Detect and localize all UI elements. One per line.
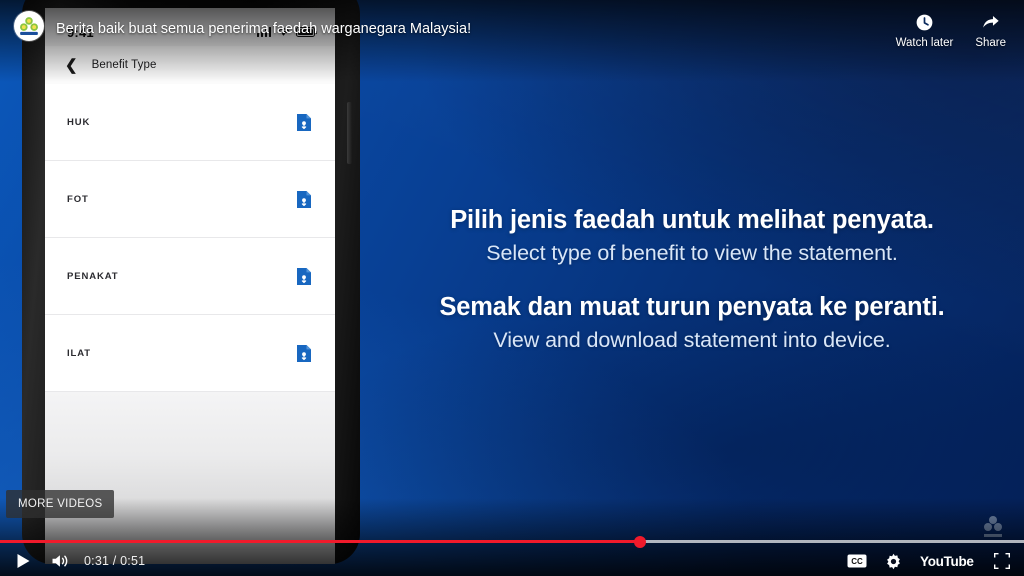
benefit-type-list: HUK FOT PENAKAT ILAT [45, 84, 335, 392]
document-download-icon[interactable] [297, 267, 311, 285]
document-download-icon[interactable] [297, 344, 311, 362]
benefit-row-fot[interactable]: FOT [45, 161, 335, 238]
share-label: Share [975, 37, 1006, 49]
player-controls: 0:31 / 0:51 CC YouTube [0, 546, 1024, 576]
volume-icon[interactable] [51, 553, 70, 569]
phone-screen: 9:41 ❮ Benefit Type HUK FOT PENAKAT ILAT [45, 8, 335, 564]
svg-text:YouTube: YouTube [920, 554, 974, 569]
clock-icon [916, 14, 933, 31]
phone-list-empty-area [45, 392, 335, 550]
more-videos-button[interactable]: MORE VIDEOS [6, 490, 115, 518]
youtube-player[interactable]: 9:41 ❮ Benefit Type HUK FOT PENAKAT ILAT… [0, 0, 1024, 576]
closed-captions-icon[interactable]: CC [847, 554, 867, 568]
top-actions: Watch later Share [896, 13, 1006, 49]
progress-played [0, 540, 640, 543]
benefit-label: HUK [67, 116, 91, 128]
fullscreen-icon[interactable] [994, 553, 1010, 569]
document-download-icon[interactable] [297, 113, 311, 131]
share-arrow-icon [983, 15, 999, 28]
overlay-headline-ms: Semak dan muat turun penyata ke peranti. [439, 293, 945, 322]
chevron-left-icon[interactable]: ❮ [65, 58, 78, 73]
overlay-copy-group-1: Pilih jenis faedah untuk melihat penyata… [360, 205, 1024, 268]
watch-later-button[interactable]: Watch later [895, 13, 954, 49]
benefit-label: ILAT [67, 347, 92, 359]
overlay-copy-group-2: Semak dan muat turun penyata ke peranti.… [360, 292, 1024, 355]
perkeso-logo-icon[interactable] [14, 11, 44, 41]
watch-later-label: Watch later [895, 37, 954, 49]
play-icon[interactable] [16, 553, 31, 569]
benefit-row-huk[interactable]: HUK [45, 84, 335, 161]
phone-mockup: 9:41 ❮ Benefit Type HUK FOT PENAKAT ILAT [22, 0, 360, 564]
phone-nav-title: Benefit Type [91, 59, 157, 71]
time-display: 0:31 / 0:51 [84, 554, 146, 568]
overlay-subline-en: Select type of benefit to view the state… [486, 241, 898, 266]
player-top-bar: Berita baik buat semua penerima faedah w… [0, 0, 1024, 56]
overlay-headline-ms: Pilih jenis faedah untuk melihat penyata… [450, 206, 934, 234]
overlay-copy: Pilih jenis faedah untuk melihat penyata… [360, 205, 1024, 355]
benefit-label: FOT [67, 193, 89, 205]
benefit-row-penakat[interactable]: PENAKAT [45, 238, 335, 315]
benefit-row-ilat[interactable]: ILAT [45, 315, 335, 392]
overlay-subline-en: View and download statement into device. [493, 328, 891, 353]
youtube-wordmark[interactable]: YouTube [920, 554, 978, 569]
svg-text:CC: CC [851, 557, 863, 566]
share-button[interactable]: Share [975, 13, 1006, 49]
phone-side-button [347, 102, 352, 164]
document-download-icon[interactable] [297, 190, 311, 208]
video-title: Berita baik buat semua penerima faedah w… [56, 21, 472, 37]
gear-icon[interactable] [885, 553, 902, 570]
benefit-label: PENAKAT [67, 270, 119, 282]
